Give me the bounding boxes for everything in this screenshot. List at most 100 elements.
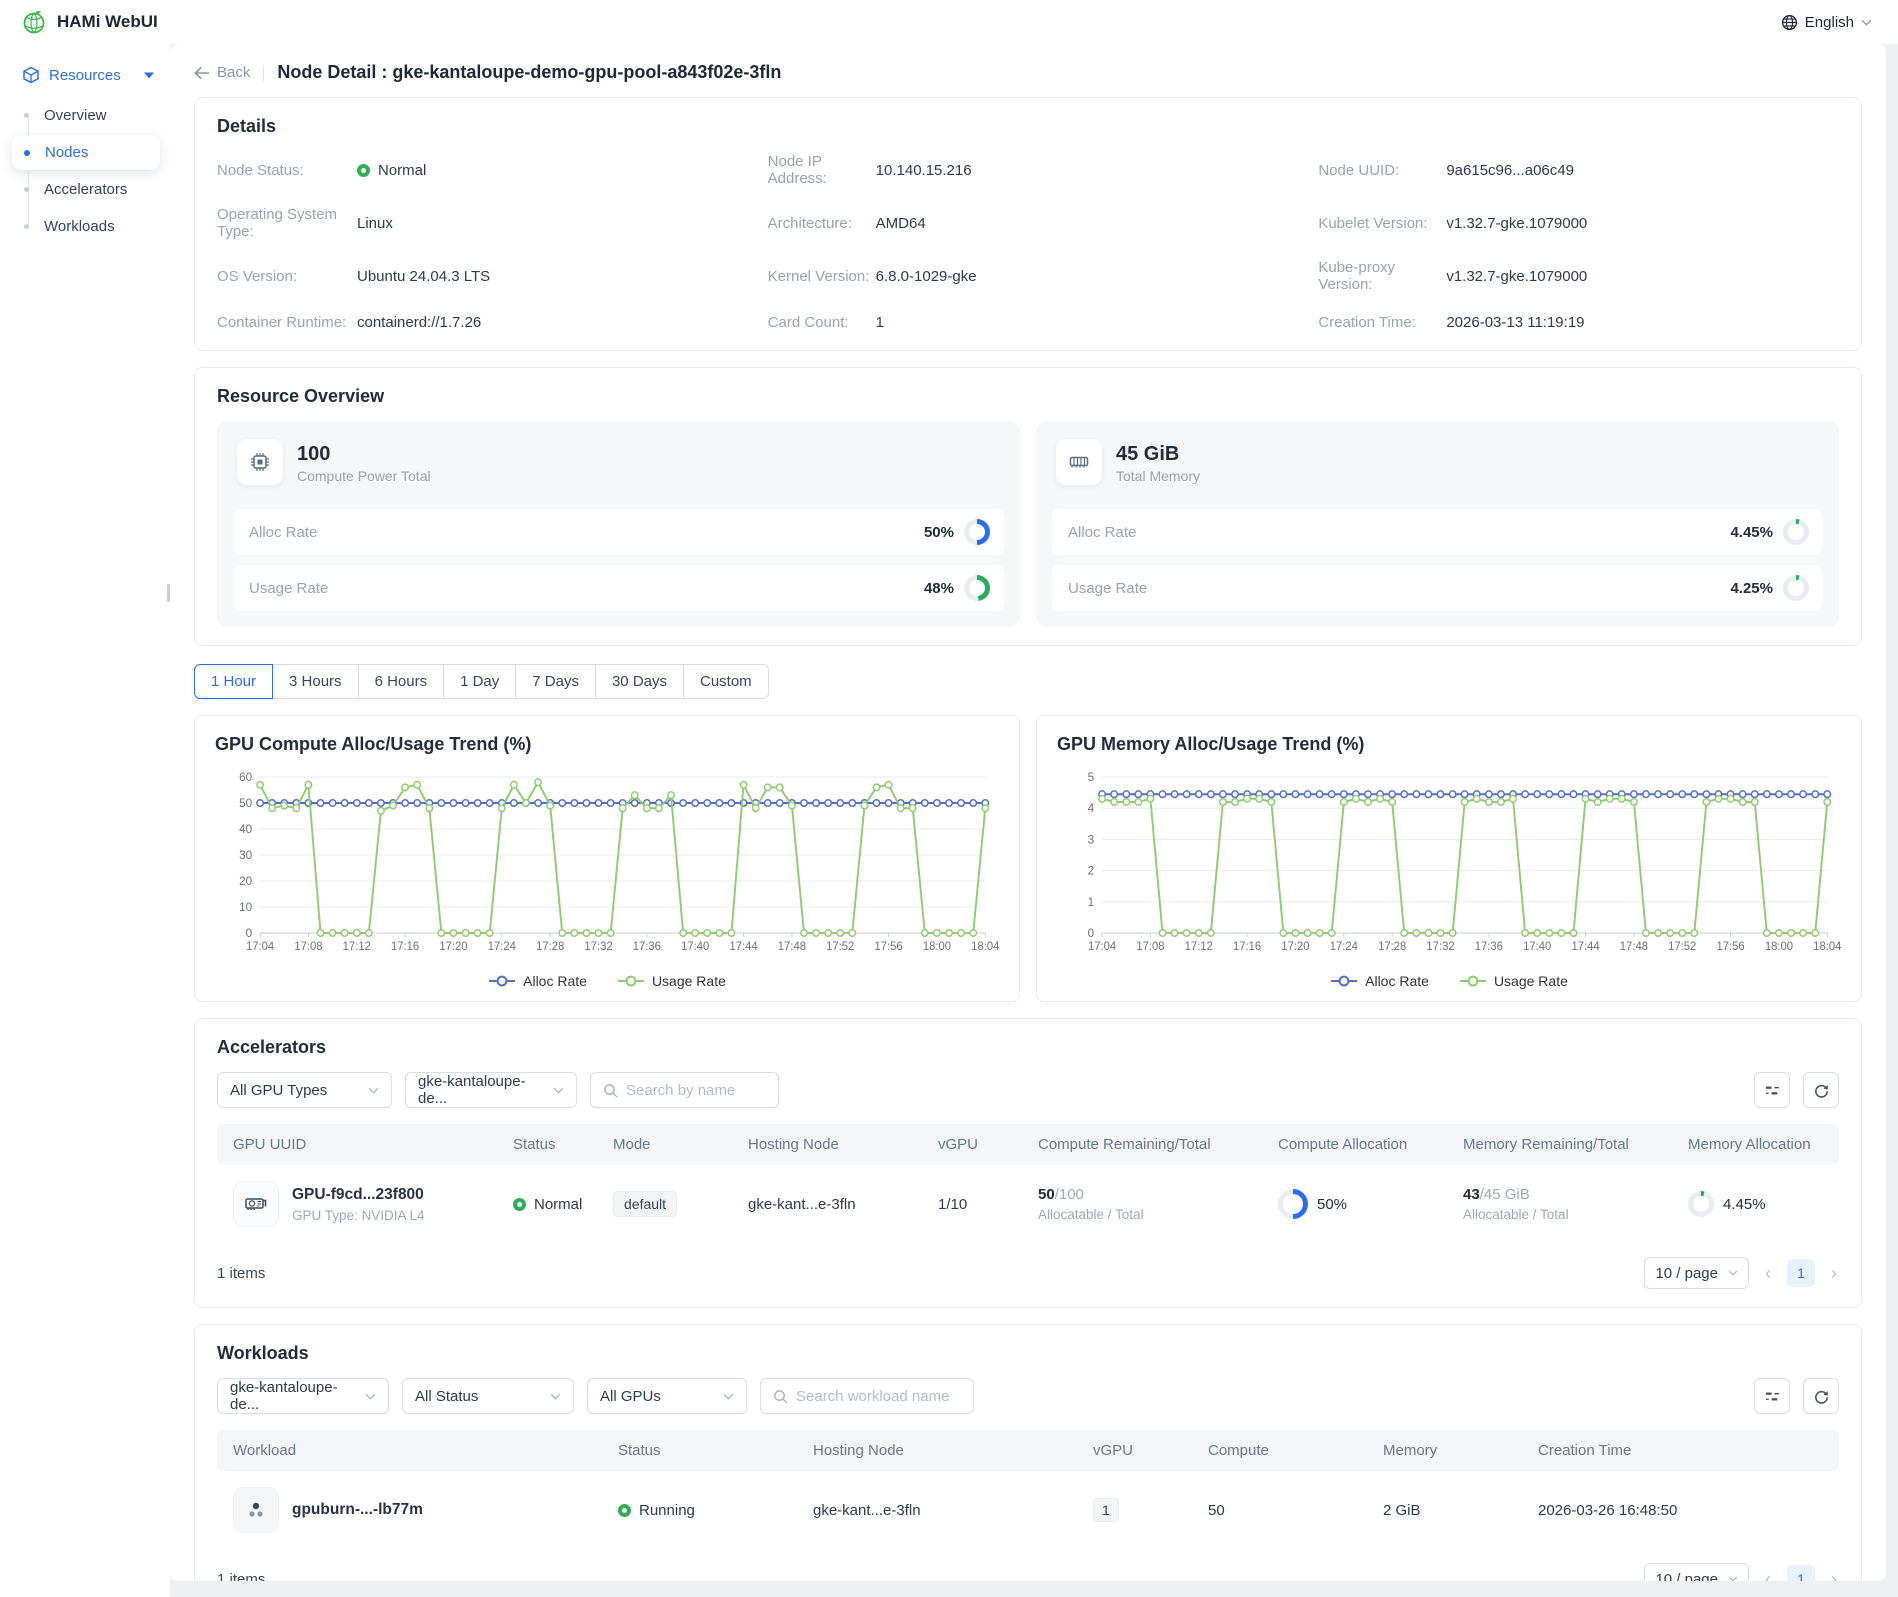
divider	[263, 65, 264, 81]
chevron-down-icon	[553, 1087, 564, 1094]
gpu-memory-trend-chart-card: GPU Memory Alloc/Usage Trend (%) 0123451…	[1036, 715, 1862, 1002]
workload-row[interactable]: gpuburn-...-lb77m Running gke-kant...e-3…	[217, 1471, 1839, 1549]
page-header: Back Node Detail : gke-kantaloupe-demo-g…	[194, 58, 1862, 97]
legend-marker-icon	[1459, 975, 1487, 987]
svg-text:1: 1	[1088, 895, 1095, 909]
tab-6-hours[interactable]: 6 Hours	[358, 664, 445, 699]
column-settings-button[interactable]	[1754, 1072, 1790, 1108]
search-icon	[603, 1083, 618, 1098]
detail-field: OS Version:Ubuntu 24.04.3 LTS	[217, 259, 738, 293]
sidebar-item-nodes[interactable]: Nodes	[12, 135, 160, 170]
svg-text:17:16: 17:16	[391, 941, 419, 953]
workload-gpus-select[interactable]: All GPUs	[587, 1378, 747, 1414]
detail-field: Card Count:1	[768, 312, 1289, 332]
svg-text:17:56: 17:56	[1716, 941, 1744, 953]
detail-field: Node UUID:9a615c96...a06c49	[1318, 153, 1839, 187]
prev-page-button[interactable]: ‹	[1763, 1264, 1773, 1282]
accelerators-table-header: GPU UUID Status Mode Hosting Node vGPU C…	[217, 1124, 1839, 1165]
gpu-type: GPU Type: NVIDIA L4	[292, 1208, 425, 1223]
svg-text:17:12: 17:12	[343, 941, 371, 953]
workload-icon	[233, 1487, 279, 1533]
gpu-type-select[interactable]: All GPU Types	[217, 1072, 392, 1108]
legend-marker-icon	[617, 975, 645, 987]
refresh-icon	[1813, 1082, 1830, 1099]
search-by-name-input[interactable]	[626, 1082, 766, 1099]
svg-text:17:48: 17:48	[1620, 941, 1648, 953]
workloads-title: Workloads	[217, 1343, 1839, 1364]
svg-text:17:20: 17:20	[439, 941, 467, 953]
sidebar: Resources Overview Nodes Accelerators Wo…	[0, 44, 170, 1597]
column-settings-button[interactable]	[1754, 1378, 1790, 1414]
workloads-card: Workloads gke-kantaloupe-de... All Statu…	[194, 1324, 1862, 1581]
legend-alloc-rate[interactable]: Alloc Rate	[1330, 973, 1429, 989]
prev-page-button[interactable]: ‹	[1763, 1570, 1773, 1581]
next-page-button[interactable]: ›	[1829, 1264, 1839, 1282]
svg-text:17:32: 17:32	[584, 941, 612, 953]
details-card: Details Node Status: Normal Node IP Addr…	[194, 97, 1862, 351]
svg-text:3: 3	[1088, 832, 1095, 846]
accelerators-card: Accelerators All GPU Types gke-kantaloup…	[194, 1018, 1862, 1308]
resources-icon	[22, 66, 40, 84]
tab-30-days[interactable]: 30 Days	[595, 664, 684, 699]
node-select[interactable]: gke-kantaloupe-de...	[405, 1072, 577, 1108]
svg-text:5: 5	[1088, 770, 1095, 784]
tab-7-days[interactable]: 7 Days	[515, 664, 596, 699]
svg-text:20: 20	[239, 874, 252, 888]
detail-field: Architecture:AMD64	[768, 206, 1289, 240]
page-size-select[interactable]: 10 / page	[1644, 1563, 1749, 1581]
mode-tag: default	[613, 1191, 677, 1217]
svg-text:17:56: 17:56	[874, 941, 902, 953]
gpu-uuid[interactable]: GPU-f9cd...23f800	[292, 1186, 425, 1204]
chart-legend: Alloc Rate Usage Rate	[215, 973, 999, 989]
svg-text:17:28: 17:28	[1378, 941, 1406, 953]
language-selector[interactable]: English	[1781, 14, 1872, 31]
page-size-select[interactable]: 10 / page	[1644, 1257, 1749, 1289]
gpu-status-badge: Normal	[513, 1196, 613, 1213]
sidebar-item-accelerators[interactable]: Accelerators	[12, 172, 160, 207]
chevron-down-icon	[1728, 1270, 1738, 1276]
legend-alloc-rate[interactable]: Alloc Rate	[488, 973, 587, 989]
search-icon	[773, 1389, 788, 1404]
sidebar-item-resources[interactable]: Resources	[0, 56, 170, 94]
sidebar-item-workloads[interactable]: Workloads	[12, 209, 160, 244]
tab-1-day[interactable]: 1 Day	[443, 664, 516, 699]
brand: HAMi WebUI	[22, 9, 158, 35]
svg-text:17:24: 17:24	[1330, 941, 1358, 953]
app-title: HAMi WebUI	[57, 12, 158, 32]
tree-dot-icon	[24, 187, 29, 192]
tab-custom[interactable]: Custom	[683, 664, 769, 699]
search-workload-input[interactable]	[796, 1388, 961, 1405]
svg-text:17:08: 17:08	[294, 941, 322, 953]
sidebar-tree: Overview Nodes Accelerators Workloads	[0, 98, 170, 244]
refresh-button[interactable]	[1803, 1072, 1839, 1108]
back-button[interactable]: Back	[194, 64, 250, 81]
workload-name[interactable]: gpuburn-...-lb77m	[292, 1501, 423, 1519]
accelerator-row[interactable]: GPU-f9cd...23f800 GPU Type: NVIDIA L4 No…	[217, 1165, 1839, 1243]
sidebar-item-overview[interactable]: Overview	[12, 98, 160, 133]
workload-node-select[interactable]: gke-kantaloupe-de...	[217, 1378, 389, 1414]
items-count: 1 items	[217, 1265, 265, 1282]
svg-text:0: 0	[1088, 926, 1095, 940]
tab-3-hours[interactable]: 3 Hours	[272, 664, 359, 699]
next-page-button[interactable]: ›	[1829, 1570, 1839, 1581]
svg-text:17:48: 17:48	[778, 941, 806, 953]
compute-power-value: 100	[297, 441, 431, 468]
sider-resize-handle[interactable]	[167, 584, 170, 602]
sidebar-item-label: Workloads	[44, 218, 115, 235]
tab-1-hour[interactable]: 1 Hour	[194, 664, 273, 699]
workloads-table-footer: 1 items 10 / page ‹ 1 ›	[217, 1563, 1839, 1581]
page-number-button[interactable]: 1	[1787, 1259, 1815, 1287]
gpu-memory-trend-chart: 01234517:0417:0817:1217:1617:2017:2417:2…	[1057, 763, 1841, 971]
usage-rate-donut	[1783, 575, 1809, 601]
svg-text:30: 30	[239, 848, 252, 862]
svg-text:17:16: 17:16	[1233, 941, 1261, 953]
workload-status-select[interactable]: All Status	[402, 1378, 574, 1414]
hami-logo-icon	[22, 9, 48, 35]
details-grid: Node Status: Normal Node IP Address:10.1…	[217, 151, 1839, 332]
legend-usage-rate[interactable]: Usage Rate	[1459, 973, 1568, 989]
legend-usage-rate[interactable]: Usage Rate	[617, 973, 726, 989]
page-number-button[interactable]: 1	[1787, 1565, 1815, 1581]
hosting-node: gke-kant...e-3fln	[748, 1196, 938, 1213]
svg-text:17:28: 17:28	[536, 941, 564, 953]
refresh-button[interactable]	[1803, 1378, 1839, 1414]
